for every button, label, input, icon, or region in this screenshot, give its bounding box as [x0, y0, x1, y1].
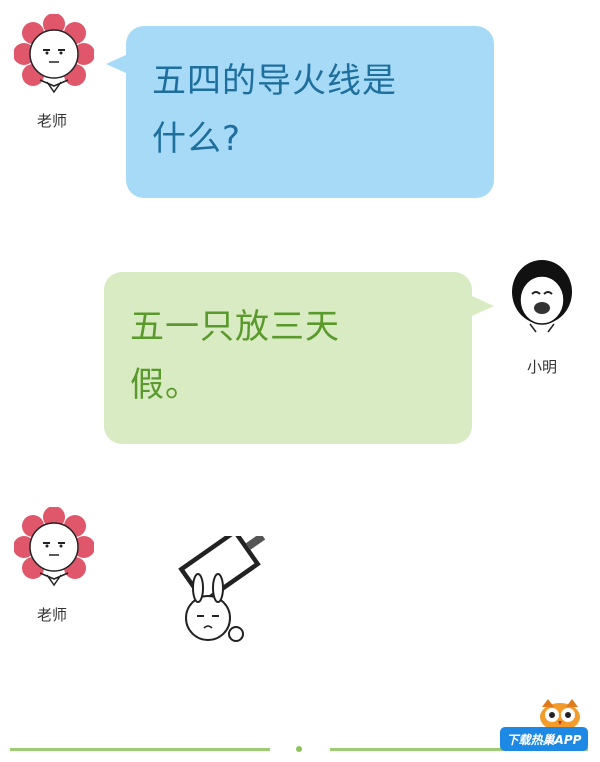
- owl-icon: [540, 699, 580, 731]
- bubble-tail: [106, 54, 128, 74]
- message-line: 五一只放三天: [130, 307, 340, 347]
- teacher-name: 老师: [37, 606, 68, 624]
- message-line: 什么?: [152, 119, 242, 159]
- flower-face-icon: [14, 14, 94, 94]
- student-message-bubble: 五一只放三天 假。: [104, 272, 472, 444]
- sticker: [160, 536, 275, 648]
- bubble-tail: [472, 296, 494, 316]
- footer-divider-left: [10, 748, 270, 751]
- teacher-name: 老师: [37, 112, 68, 130]
- flower-face-icon: [14, 507, 94, 587]
- owl-mascot: [538, 697, 582, 731]
- student-avatar: [502, 254, 582, 334]
- bunny-cleaver-sticker-icon: [178, 536, 266, 642]
- student-name: 小明: [527, 358, 558, 376]
- message-line: 假。: [130, 365, 200, 405]
- message-line: 五四的导火线是: [152, 61, 397, 101]
- meme-face-icon: [512, 260, 572, 333]
- download-app-button[interactable]: 下载热巢APP: [500, 727, 588, 751]
- teacher-message-bubble: 五四的导火线是 什么?: [126, 26, 494, 198]
- teacher-avatar: [14, 14, 94, 94]
- footer-divider-dot: [296, 746, 302, 752]
- teacher-avatar: [14, 507, 94, 587]
